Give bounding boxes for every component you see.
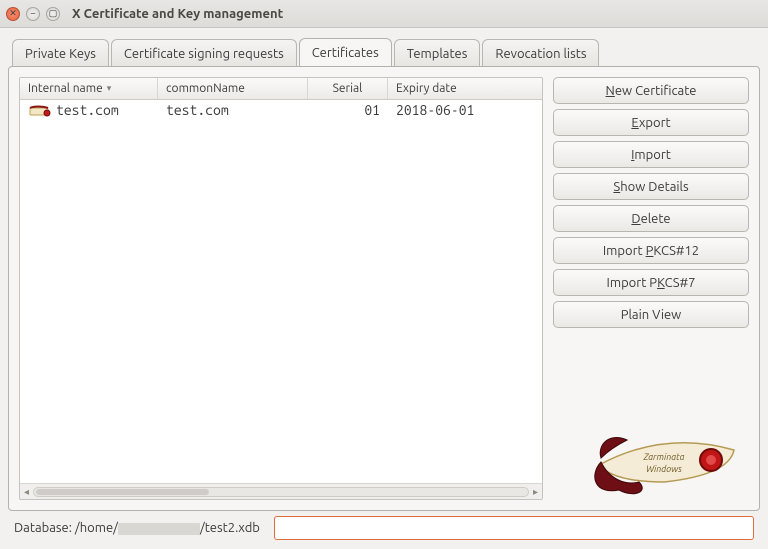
database-path-label: Database: /home/ /test2.xdb [14,521,260,535]
certificates-pane: Internal name ▾ commonName Serial Expiry… [8,66,760,511]
minimize-icon[interactable]: – [26,7,40,21]
titlebar: ✕ – ▢ X Certificate and Key management [0,0,768,28]
cell-text: test.com [166,102,229,118]
status-bar: Database: /home/ /test2.xdb [8,511,760,541]
horizontal-scrollbar[interactable]: ◂ ▸ [20,483,542,499]
show-details-button[interactable]: Show Details [553,173,749,200]
action-sidebar: New Certificate Export Import Show Detai… [553,77,749,500]
scroll-left-icon[interactable]: ◂ [24,486,29,498]
close-icon[interactable]: ✕ [6,7,20,21]
cell-serial: 01 [308,101,388,119]
column-label: Expiry date [396,82,457,95]
redacted-segment [118,523,200,535]
column-expiry[interactable]: Expiry date [388,78,542,99]
window-title: X Certificate and Key management [72,7,283,21]
cell-text: test.com [56,102,119,118]
scrollbar-thumb[interactable] [36,489,209,495]
tab-certificates[interactable]: Certificates [299,38,392,66]
certificate-icon [28,104,52,116]
app-logo: Zarminata Windows [553,416,749,500]
table-header: Internal name ▾ commonName Serial Expiry… [20,78,542,100]
column-common-name[interactable]: commonName [158,78,308,99]
plain-view-button[interactable]: Plain View [553,301,749,328]
db-suffix: /test2.xdb [200,521,260,535]
tab-private-keys[interactable]: Private Keys [12,39,109,67]
import-pkcs12-button[interactable]: Import PKCS#12 [553,237,749,264]
maximize-icon[interactable]: ▢ [46,7,60,21]
status-input[interactable] [274,516,754,540]
export-button[interactable]: Export [553,109,749,136]
column-label: commonName [166,82,245,95]
tab-bar: Private Keys Certificate signing request… [8,34,760,66]
column-serial[interactable]: Serial [308,78,388,99]
tab-templates[interactable]: Templates [394,39,481,67]
import-pkcs7-button[interactable]: Import PKCS#7 [553,269,749,296]
app-body: Private Keys Certificate signing request… [0,28,768,549]
sort-indicator-icon: ▾ [107,83,112,94]
table-body: test.com test.com 01 2018-06-01 [20,100,542,483]
column-internal-name[interactable]: Internal name ▾ [20,78,158,99]
scroll-right-icon[interactable]: ▸ [533,486,538,498]
cell-expiry: 2018-06-01 [388,101,542,119]
cell-internal-name: test.com [20,101,158,119]
import-button[interactable]: Import [553,141,749,168]
cell-text: 01 [364,102,380,118]
tab-revocation-lists[interactable]: Revocation lists [482,39,599,67]
column-label: Serial [333,82,363,95]
db-prefix: Database: /home/ [14,521,118,535]
new-certificate-button[interactable]: New Certificate [553,77,749,104]
certificates-table: Internal name ▾ commonName Serial Expiry… [19,77,543,500]
column-label: Internal name [28,82,103,95]
cell-common-name: test.com [158,101,308,119]
certificates-table-area: Internal name ▾ commonName Serial Expiry… [19,77,543,500]
delete-button[interactable]: Delete [553,205,749,232]
tab-csr[interactable]: Certificate signing requests [111,39,297,67]
scrollbar-track[interactable] [33,487,529,497]
cell-text: 2018-06-01 [396,102,474,118]
svg-text:Zarminata: Zarminata [642,452,684,462]
svg-text:Windows: Windows [646,464,682,474]
table-row[interactable]: test.com test.com 01 2018-06-01 [20,100,542,120]
